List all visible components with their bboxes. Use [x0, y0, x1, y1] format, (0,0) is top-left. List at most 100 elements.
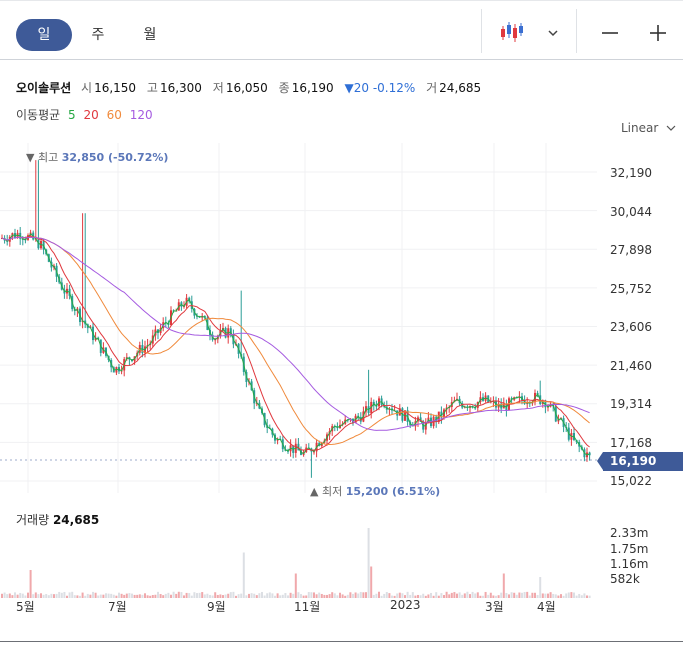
x-tick: 3월 [485, 600, 504, 614]
volume-bar [523, 592, 526, 598]
price-tick: 32,190 [610, 166, 652, 180]
volume-bar [149, 595, 152, 598]
stock-name: 오이솔루션 [16, 81, 72, 95]
volume-bar [346, 594, 349, 598]
price-tick: 15,022 [610, 474, 652, 488]
volume-bar [81, 592, 84, 598]
volume-bar [424, 595, 427, 598]
candlestick-icon[interactable] [500, 20, 526, 48]
volume-bar [476, 592, 479, 598]
volume-bar [232, 591, 235, 598]
volume-bar [336, 595, 339, 598]
price-tick: 17,168 [610, 436, 652, 450]
minus-icon[interactable] [600, 23, 620, 47]
volume-chart[interactable] [0, 503, 597, 603]
volume-bar [227, 593, 230, 598]
volume-bar [560, 594, 562, 598]
volume-bar [11, 595, 14, 598]
tab-month[interactable]: 월 [132, 19, 168, 51]
volume-bar [570, 592, 573, 598]
scale-selector[interactable]: Linear [621, 121, 676, 135]
volume-bar [531, 592, 534, 598]
volume-bar [183, 595, 185, 598]
volume-bar [440, 593, 443, 598]
volume-bar [341, 594, 344, 598]
volume-bar [526, 591, 529, 598]
high-marker-prefix: ▼ 최고 [26, 151, 59, 164]
current-price-badge: 16,190 [597, 452, 683, 471]
volume-bar [567, 592, 570, 598]
volume-bar [170, 594, 172, 598]
volume-bar [235, 595, 237, 598]
chevron-down-icon[interactable] [547, 23, 559, 42]
volume-bar [474, 593, 477, 598]
volume-bar [1, 593, 3, 598]
volume-bar [378, 591, 380, 598]
volume-bar [66, 595, 68, 598]
volume-bar [50, 593, 53, 598]
volume-bar [263, 595, 266, 598]
volume-bar [3, 592, 6, 598]
volume-bar [105, 593, 107, 598]
volume-bar [528, 595, 531, 598]
volume-bar [102, 594, 105, 598]
volume-bar [515, 594, 518, 598]
volume-bar [469, 594, 471, 598]
volume-bar [505, 592, 508, 598]
volume-bar [266, 593, 269, 598]
volume-bar [276, 593, 279, 598]
volume-bar [29, 570, 32, 598]
volume-bar [479, 595, 482, 598]
volume-bar [76, 595, 79, 598]
volume-bar [380, 595, 383, 598]
volume-bar [242, 552, 245, 598]
volume-bar [73, 595, 76, 598]
volume-bar [365, 592, 367, 598]
ma20-label: 20 [83, 108, 99, 122]
volume-bar [128, 593, 131, 598]
high-marker: ▼ 최고 32,850 (-50.72%) [26, 149, 168, 165]
volume-bar [443, 595, 445, 598]
volume-bar [370, 566, 373, 598]
price-tick: 21,460 [610, 359, 652, 373]
price-chart[interactable] [0, 143, 597, 493]
ma5-label: 5 [68, 108, 76, 122]
volume-bar [435, 592, 438, 598]
bottom-divider [0, 641, 683, 642]
volume-bar [177, 591, 180, 598]
volume-bar [339, 592, 341, 598]
volume-bar [71, 591, 74, 598]
volume-bar [562, 595, 565, 598]
volume-bar [471, 591, 474, 598]
chevron-down-icon [666, 125, 676, 131]
x-tick: 9월 [207, 600, 226, 614]
volume-bar [53, 594, 55, 598]
volume-bar [68, 592, 71, 598]
toolbar-divider [481, 9, 482, 53]
volume-bar [344, 595, 347, 598]
volume-bar [284, 592, 287, 598]
volume-bar [557, 595, 560, 598]
volume-bar [175, 593, 178, 598]
price-tick: 30,044 [610, 205, 652, 219]
volume-bar [333, 593, 336, 598]
volume-bar [463, 593, 466, 598]
tab-week[interactable]: 주 [80, 19, 116, 51]
volume-bar [180, 592, 183, 598]
volume-bar [37, 594, 40, 598]
volume-bar [89, 594, 92, 598]
volume-bar [323, 594, 326, 598]
volume-bar [294, 573, 297, 598]
volume-bar [385, 592, 388, 598]
volume-bar [367, 528, 370, 598]
low-label: 저 [212, 81, 224, 95]
volume-value: 24,685 [439, 81, 482, 95]
volume-bar [144, 593, 146, 598]
plus-icon[interactable] [648, 23, 668, 47]
volume-bar [92, 591, 94, 598]
volume-bar [172, 591, 175, 598]
volume-bar [201, 592, 204, 598]
volume-bar [162, 595, 165, 598]
price-tick: 23,606 [610, 320, 652, 334]
tab-day[interactable]: 일 [16, 19, 72, 51]
